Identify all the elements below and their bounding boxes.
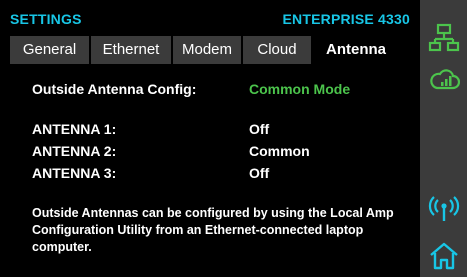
antenna-3-label: ANTENNA 3:: [32, 165, 117, 181]
antenna-2-value: Common: [249, 143, 310, 159]
outside-antenna-config-label: Outside Antenna Config:: [32, 81, 197, 97]
antenna-1-label: ANTENNA 1:: [32, 121, 117, 137]
network-icon[interactable]: [428, 22, 460, 54]
antenna-broadcast-icon[interactable]: [428, 194, 460, 226]
signal-bars-icon[interactable]: [428, 62, 460, 94]
tab-ethernet[interactable]: Ethernet: [91, 36, 173, 64]
page-title: SETTINGS: [10, 11, 82, 27]
device-name: ENTERPRISE 4330: [282, 11, 410, 27]
antenna-1-value: Off: [249, 121, 270, 137]
settings-screen: SETTINGS ENTERPRISE 4330 General Etherne…: [0, 0, 467, 277]
tab-antenna[interactable]: Antenna: [313, 36, 399, 64]
header-bar: SETTINGS ENTERPRISE 4330: [0, 0, 420, 34]
antenna-settings-content: Outside Antenna Config: Common Mode ANTE…: [22, 70, 414, 275]
main-panel: SETTINGS ENTERPRISE 4330 General Etherne…: [0, 0, 420, 277]
configuration-note: Outside Antennas can be configured by us…: [32, 206, 394, 254]
tab-bar: General Ethernet Modem Cloud Antenna: [10, 36, 410, 64]
tab-modem[interactable]: Modem: [173, 36, 243, 64]
antenna-2-label: ANTENNA 2:: [32, 143, 117, 159]
tab-cloud[interactable]: Cloud: [243, 36, 313, 64]
home-icon[interactable]: [428, 240, 460, 272]
antenna-3-value: Off: [249, 165, 270, 181]
tab-general[interactable]: General: [10, 36, 91, 64]
outside-antenna-config-value: Common Mode: [249, 81, 351, 97]
sidebar: [420, 0, 467, 277]
